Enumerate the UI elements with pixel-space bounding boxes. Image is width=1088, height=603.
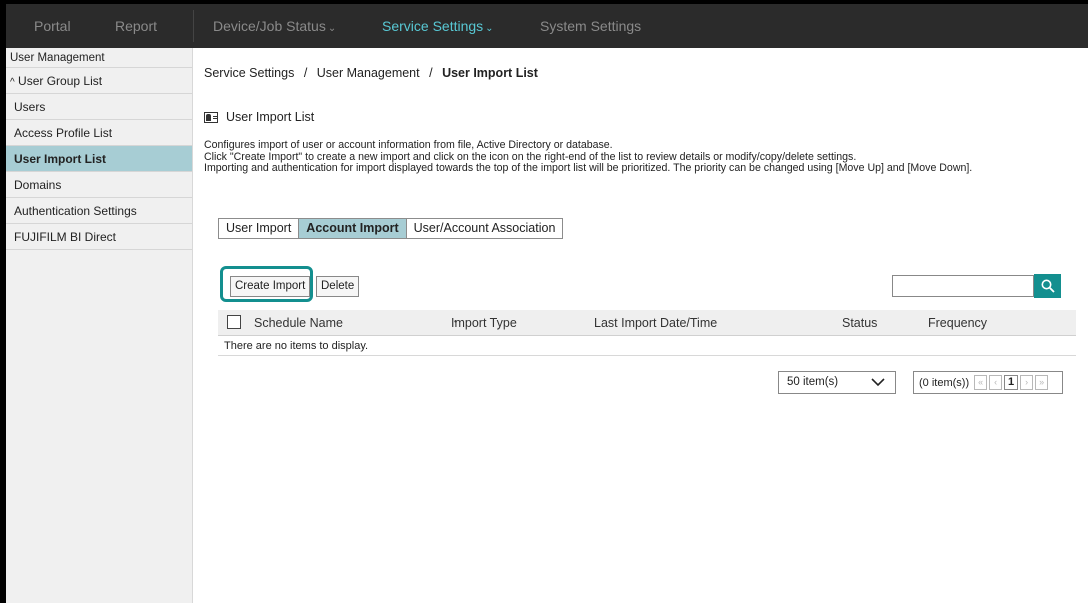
search-icon [1041, 279, 1055, 293]
description-line: Configures import of user or account inf… [204, 139, 613, 151]
sidebar-item-access-profile-list[interactable]: Access Profile List [6, 120, 192, 146]
chevron-down-icon: ⌄ [327, 23, 337, 34]
nav-divider [193, 10, 194, 42]
column-frequency[interactable]: Frequency [928, 316, 987, 330]
sidebar-item-users[interactable]: Users [6, 94, 192, 120]
page-title-text: User Import List [226, 110, 315, 124]
first-page-icon[interactable]: « [974, 375, 988, 390]
breadcrumb-separator: / [303, 66, 308, 80]
breadcrumb-item[interactable]: User Management [317, 66, 420, 80]
id-card-icon [204, 111, 218, 123]
search-input[interactable] [892, 275, 1034, 297]
column-schedule-name[interactable]: Schedule Name [254, 316, 343, 330]
column-import-type[interactable]: Import Type [451, 316, 517, 330]
nav-system-settings[interactable]: System Settings [540, 18, 641, 34]
current-page[interactable]: 1 [1004, 375, 1019, 390]
caret-up-icon: ^ [10, 77, 15, 88]
import-tabs: User Import Account Import User/Account … [218, 218, 564, 239]
breadcrumb: Service Settings / User Management / Use… [204, 66, 538, 80]
nav-device-job-status[interactable]: Device/Job Status ⌄ [213, 18, 336, 34]
nav-portal[interactable]: Portal [34, 18, 71, 34]
delete-button[interactable]: Delete [316, 276, 360, 297]
page-size-select[interactable]: 50 item(s) [778, 371, 896, 394]
description-line: Importing and authentication for import … [204, 162, 973, 174]
tab-user-account-association[interactable]: User/Account Association [406, 219, 563, 238]
tab-user-import[interactable]: User Import [219, 219, 300, 238]
sidebar-group-label: User Group List [18, 74, 103, 88]
page-title: User Import List [204, 110, 314, 124]
select-all-checkbox[interactable] [227, 315, 241, 329]
sidebar-item-fujifilm-bi-direct[interactable]: FUJIFILM BI Direct [6, 224, 192, 250]
breadcrumb-separator: / [429, 66, 433, 80]
nav-report[interactable]: Report [115, 18, 157, 34]
prev-page-icon[interactable]: ‹ [989, 375, 1003, 390]
next-page-icon[interactable]: › [1020, 375, 1034, 390]
nav-service-settings-label: Service Settings [382, 18, 484, 34]
sidebar-item-authentication-settings[interactable]: Authentication Settings [6, 198, 192, 224]
top-nav: Portal Report Device/Job Status ⌄ Service… [6, 4, 1088, 48]
page-size-value: 50 item(s) [787, 376, 839, 388]
sidebar-group-user-group-list[interactable]: ^ User Group List [6, 68, 192, 94]
nav-device-job-status-label: Device/Job Status [213, 18, 326, 34]
last-page-icon[interactable]: » [1035, 375, 1049, 390]
breadcrumb-item[interactable]: Service Settings [204, 66, 294, 80]
search-button[interactable] [1034, 274, 1061, 298]
table-empty-message: There are no items to display. [218, 337, 1076, 356]
sidebar-item-user-import-list[interactable]: User Import List [6, 146, 192, 172]
main-content: Service Settings / User Management / Use… [194, 48, 1088, 603]
tab-account-import[interactable]: Account Import [299, 219, 407, 238]
chevron-down-icon [871, 378, 885, 387]
column-last-import-date-time[interactable]: Last Import Date/Time [594, 316, 717, 330]
item-count: (0 item(s)) [919, 376, 970, 389]
chevron-down-icon: ⌄ [485, 23, 494, 34]
nav-service-settings[interactable]: Service Settings ⌄ [382, 18, 494, 34]
column-status[interactable]: Status [842, 316, 877, 330]
sidebar-item-domains[interactable]: Domains [6, 172, 192, 198]
page-description: Configures import of user or account inf… [204, 139, 973, 175]
table-header: Schedule Name • Import Type Last Import … [218, 310, 1076, 336]
breadcrumb-current: User Import List [442, 66, 538, 80]
pagination: (0 item(s)) « ‹ 1 › » [913, 371, 1063, 394]
sidebar-header: User Management [6, 48, 192, 68]
create-import-button[interactable]: Create Import [230, 276, 311, 297]
sidebar: User Management ^ User Group List Users … [6, 48, 193, 603]
